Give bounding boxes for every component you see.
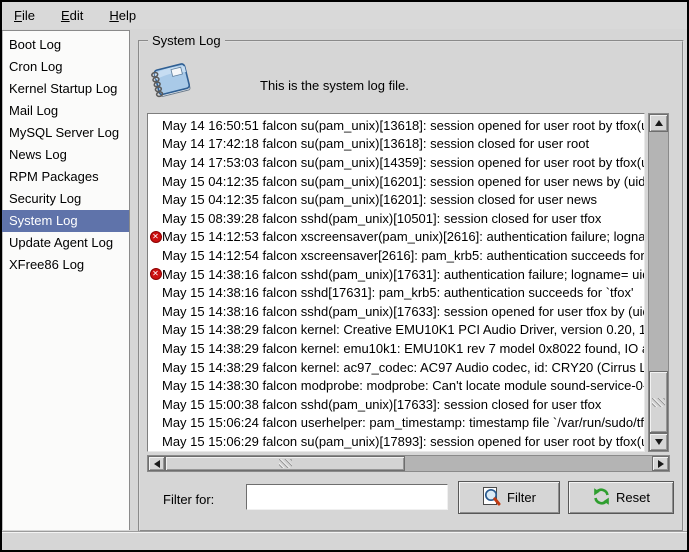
reset-button-label: Reset	[616, 490, 650, 505]
sidebar-item-xfree86-log[interactable]: XFree86 Log	[2, 254, 129, 276]
scroll-down-button[interactable]	[649, 433, 668, 451]
log-row[interactable]: May 15 14:38:16 falcon sshd(pam_unix)[17…	[148, 302, 644, 321]
log-viewer-window: File Edit Help Boot Log Cron Log Kernel …	[2, 2, 687, 550]
log-row[interactable]: May 15 04:12:35 falcon su(pam_unix)[1620…	[148, 172, 644, 191]
error-icon: ✕	[150, 231, 162, 243]
reset-button[interactable]: Reset	[568, 481, 674, 514]
green-refresh-icon	[592, 487, 611, 509]
log-row[interactable]: May 14 16:50:51 falcon su(pam_unix)[1361…	[148, 116, 644, 135]
sidebar-item-mail-log[interactable]: Mail Log	[2, 100, 129, 122]
menu-file[interactable]: File	[10, 5, 39, 26]
menubar: File Edit Help	[2, 2, 687, 29]
log-row[interactable]: May 15 14:38:29 falcon kernel: Creative …	[148, 321, 644, 340]
filter-label: Filter for:	[163, 492, 214, 507]
down-arrow-icon	[655, 439, 663, 445]
log-row[interactable]: May 15 14:38:29 falcon kernel: ac97_code…	[148, 358, 644, 377]
log-row[interactable]: May 15 14:38:30 falcon modprobe: modprob…	[148, 376, 644, 395]
notebook-icon	[148, 60, 194, 109]
log-row[interactable]: ✕May 15 14:12:53 falcon xscreensaver(pam…	[148, 228, 644, 247]
sidebar-item-mysql-server-log[interactable]: MySQL Server Log	[2, 122, 129, 144]
scroll-right-button[interactable]	[652, 456, 669, 471]
sidebar-item-system-log[interactable]: System Log	[2, 210, 129, 232]
status-strip	[2, 531, 687, 550]
frame-title: System Log	[148, 33, 225, 48]
log-row[interactable]: May 15 14:38:29 falcon kernel: emu10k1: …	[148, 339, 644, 358]
vertical-scrollbar[interactable]	[648, 113, 669, 452]
sidebar-item-security-log[interactable]: Security Log	[2, 188, 129, 210]
log-row[interactable]: May 15 15:06:24 falcon userhelper: pam_t…	[148, 414, 644, 433]
grip-icon	[279, 459, 292, 468]
horizontal-scrollbar[interactable]	[147, 455, 670, 472]
log-row[interactable]: May 15 14:12:54 falcon xscreensaver[2616…	[148, 246, 644, 265]
scroll-left-button[interactable]	[148, 456, 165, 471]
log-row[interactable]: ✕May 15 14:38:16 falcon sshd(pam_unix)[1…	[148, 265, 644, 284]
log-row[interactable]: May 14 17:53:03 falcon su(pam_unix)[1435…	[148, 153, 644, 172]
filter-input[interactable]	[246, 484, 448, 510]
magnifier-document-icon	[482, 486, 502, 510]
error-icon: ✕	[150, 268, 162, 280]
filter-button[interactable]: Filter	[458, 481, 560, 514]
scroll-up-button[interactable]	[649, 114, 668, 132]
log-description: This is the system log file.	[260, 78, 409, 93]
log-row[interactable]: May 15 14:38:16 falcon sshd[17631]: pam_…	[148, 283, 644, 302]
sidebar-item-kernel-startup-log[interactable]: Kernel Startup Log	[2, 78, 129, 100]
log-entries-view[interactable]: May 14 16:50:51 falcon su(pam_unix)[1361…	[147, 113, 645, 452]
log-type-list: Boot Log Cron Log Kernel Startup Log Mai…	[2, 30, 130, 530]
log-row[interactable]: May 15 04:12:35 falcon su(pam_unix)[1620…	[148, 190, 644, 209]
log-row[interactable]: May 14 17:42:18 falcon su(pam_unix)[1361…	[148, 135, 644, 154]
log-row[interactable]: May 15 15:00:38 falcon sshd(pam_unix)[17…	[148, 395, 644, 414]
menu-help[interactable]: Help	[105, 5, 140, 26]
horizontal-scrollbar-thumb[interactable]	[165, 456, 405, 471]
left-arrow-icon	[154, 460, 160, 468]
sidebar-item-cron-log[interactable]: Cron Log	[2, 56, 129, 78]
sidebar-item-update-agent-log[interactable]: Update Agent Log	[2, 232, 129, 254]
sidebar-item-rpm-packages[interactable]: RPM Packages	[2, 166, 129, 188]
log-row[interactable]: May 15 08:39:28 falcon sshd(pam_unix)[10…	[148, 209, 644, 228]
sidebar-item-news-log[interactable]: News Log	[2, 144, 129, 166]
vertical-scrollbar-thumb[interactable]	[649, 371, 668, 433]
system-log-frame: System Log This is the	[138, 40, 684, 532]
right-arrow-icon	[658, 460, 664, 468]
grip-icon	[652, 398, 665, 407]
log-row[interactable]: May 15 15:06:29 falcon su(pam_unix)[1789…	[148, 432, 644, 451]
menu-edit[interactable]: Edit	[57, 5, 87, 26]
filter-button-label: Filter	[507, 490, 536, 505]
sidebar-item-boot-log[interactable]: Boot Log	[2, 34, 129, 56]
up-arrow-icon	[655, 120, 663, 126]
